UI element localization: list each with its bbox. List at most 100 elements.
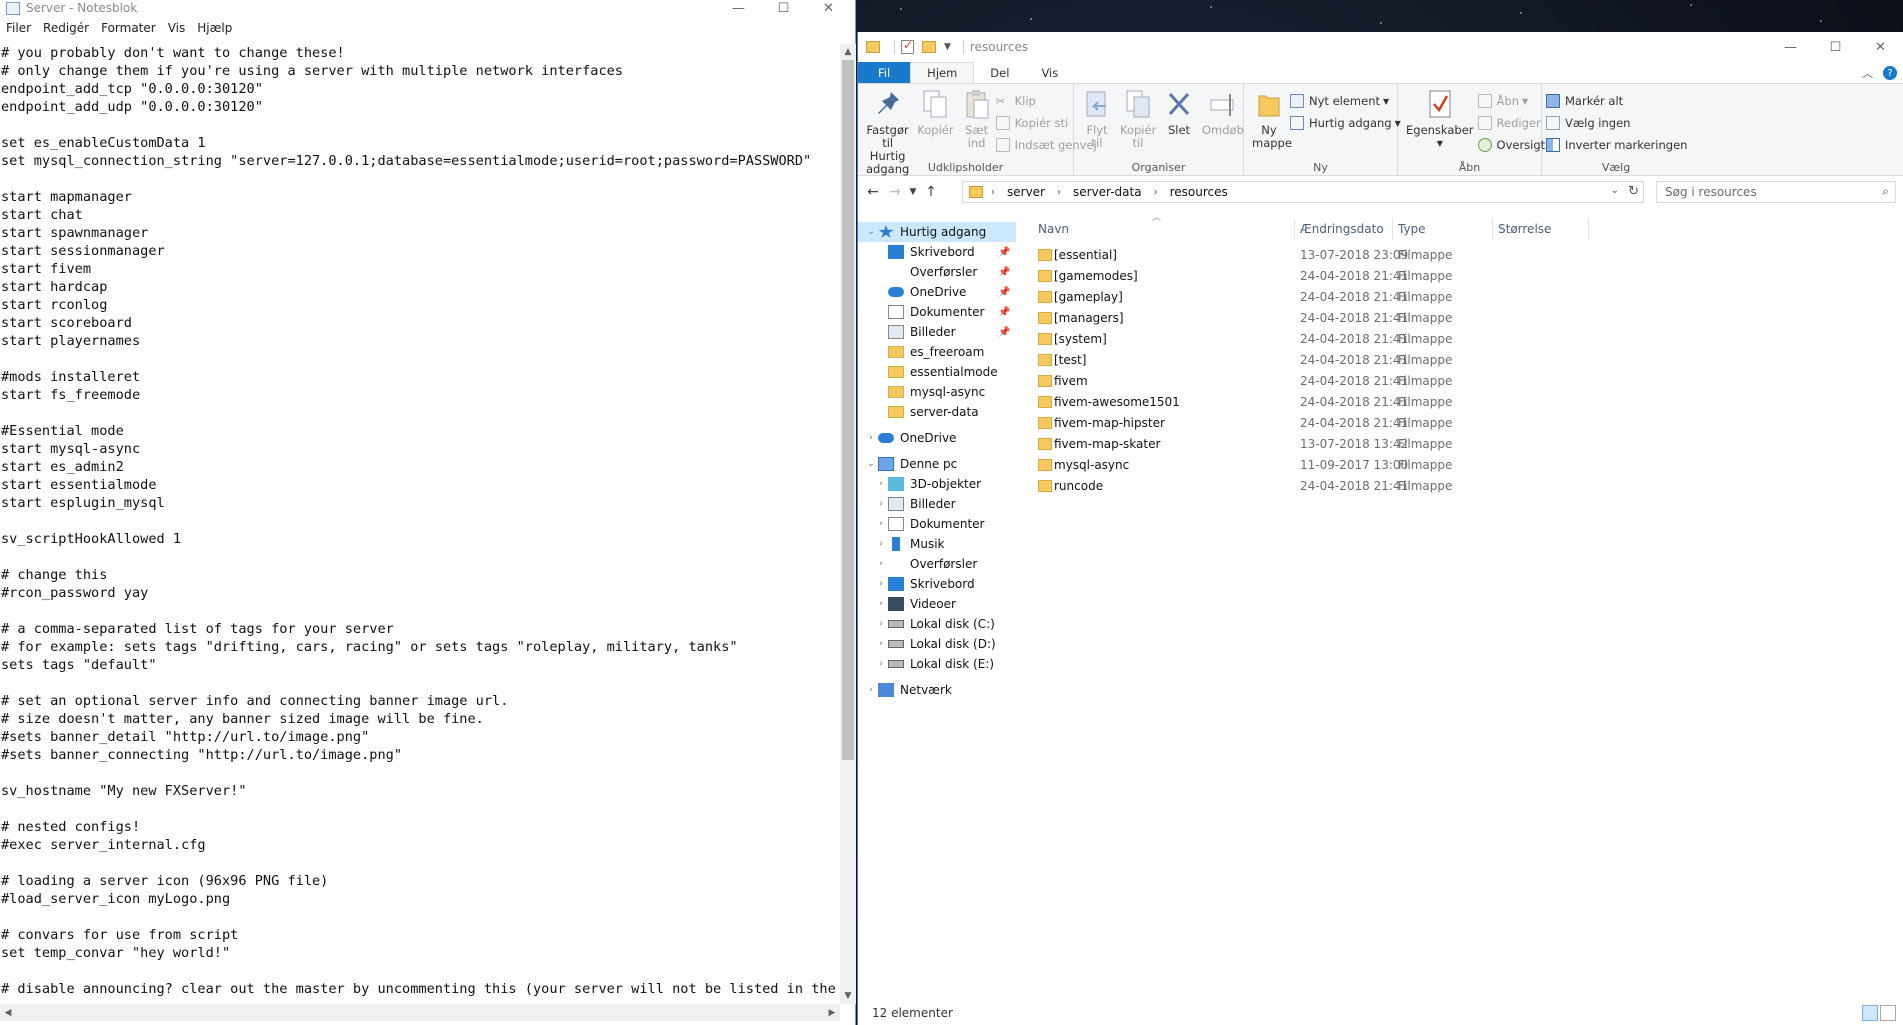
nav-quick-item[interactable]: server-data [858,402,1016,422]
pin-icon[interactable]: 📌 [998,247,1010,258]
chevron-right-icon[interactable]: › [864,433,878,443]
file-row[interactable]: runcode 24-04-2018 21:41 Filmappe [1032,475,1632,496]
column-separator[interactable] [1492,218,1493,240]
nav-onedrive[interactable]: › OneDrive [858,428,1016,448]
file-row[interactable]: fivem 24-04-2018 21:41 Filmappe [1032,370,1632,391]
file-row[interactable]: mysql-async 11-09-2017 13:00 Filmappe [1032,454,1632,475]
nav-quick-item[interactable]: Overførsler 📌 [858,262,1016,282]
open-button[interactable]: Åbn ▼ [1477,90,1546,112]
tab-home[interactable]: Hjem [910,62,975,83]
menu-view[interactable]: Vis [166,19,188,37]
nav-this-pc[interactable]: ⌄ Denne pc [858,454,1016,474]
tab-view[interactable]: Vis [1025,62,1074,83]
breadcrumb-server-data[interactable]: server-data [1073,185,1142,199]
minimize-icon[interactable]: — [716,0,761,16]
scroll-left-icon[interactable]: ◀ [0,1004,16,1021]
edit-button[interactable]: Rediger [1477,112,1546,134]
nav-quick-item[interactable]: Dokumenter 📌 [858,302,1016,322]
up-arrow-icon[interactable]: ↑ [920,184,942,200]
file-row[interactable]: fivem-map-skater 13-07-2018 13:42 Filmappe [1032,433,1632,454]
scroll-up-icon[interactable]: ▲ [840,44,856,60]
scroll-down-icon[interactable]: ▼ [840,988,856,1004]
new-folder-icon[interactable] [922,41,936,53]
vertical-scrollbar[interactable]: ▲ ▼ [840,44,856,1004]
nav-quick-item[interactable]: Skrivebord 📌 [858,242,1016,262]
chevron-down-icon[interactable]: ⌄ [1611,185,1619,196]
file-row[interactable]: [managers] 24-04-2018 21:41 Filmappe [1032,307,1632,328]
pin-icon[interactable]: 📌 [998,327,1010,338]
scroll-thumb[interactable] [842,60,854,760]
menu-file[interactable]: Filer [4,19,33,37]
menu-edit[interactable]: Redigér [41,19,91,37]
chevron-right-icon[interactable]: › [874,519,888,529]
pin-icon[interactable]: 📌 [998,307,1010,318]
tab-share[interactable]: Del [974,62,1025,83]
nav-quick-item[interactable]: Billeder 📌 [858,322,1016,342]
close-icon[interactable]: ✕ [1858,32,1903,62]
explorer-titlebar[interactable]: ▼ resources — ☐ ✕ [858,32,1903,62]
back-arrow-icon[interactable]: ← [862,184,884,200]
notepad-titlebar[interactable]: Server - Notesblok — ☐ ✕ [0,0,855,16]
nav-pc-item[interactable]: › Videoer [858,594,1016,614]
file-row[interactable]: [test] 24-04-2018 21:41 Filmappe [1032,349,1632,370]
nav-pc-item[interactable]: › Skrivebord [858,574,1016,594]
column-separator[interactable] [1294,218,1295,240]
chevron-right-icon[interactable]: › [874,499,888,509]
nav-pc-item[interactable]: › Overførsler [858,554,1016,574]
chevron-down-icon[interactable]: ⌄ [864,459,878,469]
customize-qat-icon[interactable]: ▼ [944,42,951,52]
file-row[interactable]: fivem-awesome1501 24-04-2018 21:41 Filmapp… [1032,391,1632,412]
nav-network[interactable]: › Netværk [858,680,1016,700]
select-none-button[interactable]: Vælg ingen [1546,112,1687,134]
chevron-right-icon[interactable]: › [874,559,888,569]
nav-quick-access[interactable]: ⌄ Hurtig adgang [858,222,1016,242]
nav-quick-item[interactable]: mysql-async [858,382,1016,402]
chevron-right-icon[interactable]: › [864,685,878,695]
pin-icon[interactable]: 📌 [998,267,1010,278]
nav-quick-item[interactable]: es_freeroam [858,342,1016,362]
maximize-icon[interactable]: ☐ [1813,32,1858,62]
chevron-right-icon[interactable]: › [874,579,888,589]
column-name[interactable]: Navn [1038,222,1069,236]
notepad-text-area[interactable]: # you probably don't want to change thes… [0,44,840,1004]
address-bar[interactable]: › server › server-data › resources ⌄ ↻ [962,181,1644,203]
chevron-down-icon[interactable]: ⌄ [864,227,878,237]
forward-arrow-icon[interactable]: → [884,184,906,200]
minimize-icon[interactable]: — [1768,32,1813,62]
help-icon[interactable]: ? [1883,66,1897,80]
breadcrumb-server[interactable]: server [1007,185,1045,199]
large-icons-view-icon[interactable] [1880,1005,1896,1021]
recent-locations-icon[interactable]: ▼ [906,187,920,197]
menu-format[interactable]: Formater [99,19,158,37]
new-item-button[interactable]: Nyt element ▼ [1290,90,1401,112]
column-separator[interactable] [1588,218,1589,240]
nav-pc-item[interactable]: › Lokal disk (C:) [858,614,1016,634]
chevron-right-icon[interactable]: › [874,659,888,669]
chevron-right-icon[interactable]: › [1154,187,1158,198]
tab-file[interactable]: Fil [858,62,911,83]
collapse-ribbon-icon[interactable]: ︿ [1862,65,1873,81]
file-row[interactable]: fivem-map-hipster 24-04-2018 21:41 Filmapp… [1032,412,1632,433]
column-type[interactable]: Type [1398,222,1426,236]
nav-quick-item[interactable]: essentialmode [858,362,1016,382]
nav-pc-item[interactable]: › Dokumenter [858,514,1016,534]
close-icon[interactable]: ✕ [806,0,851,16]
chevron-right-icon[interactable]: › [991,187,995,198]
breadcrumb-resources[interactable]: resources [1170,185,1228,199]
chevron-right-icon[interactable]: › [874,639,888,649]
easy-access-button[interactable]: Hurtig adgang ▼ [1290,112,1401,134]
select-all-button[interactable]: Markér alt [1546,90,1687,112]
nav-pc-item[interactable]: › 3D-objekter [858,474,1016,494]
details-view-icon[interactable] [1862,1005,1878,1021]
file-row[interactable]: [gameplay] 24-04-2018 21:41 Filmappe [1032,286,1632,307]
nav-quick-item[interactable]: OneDrive 📌 [858,282,1016,302]
nav-pc-item[interactable]: › Billeder [858,494,1016,514]
horizontal-scrollbar[interactable]: ◀ ▶ [0,1004,840,1021]
pin-icon[interactable]: 📌 [998,287,1010,298]
search-input[interactable]: Søg i resources ⌕ [1656,181,1896,203]
scroll-right-icon[interactable]: ▶ [824,1004,840,1021]
file-row[interactable]: [system] 24-04-2018 21:41 Filmappe [1032,328,1632,349]
invert-selection-button[interactable]: Inverter markeringen [1546,134,1687,156]
chevron-right-icon[interactable]: › [1057,187,1061,198]
file-row[interactable]: [gamemodes] 24-04-2018 21:41 Filmappe [1032,265,1632,286]
